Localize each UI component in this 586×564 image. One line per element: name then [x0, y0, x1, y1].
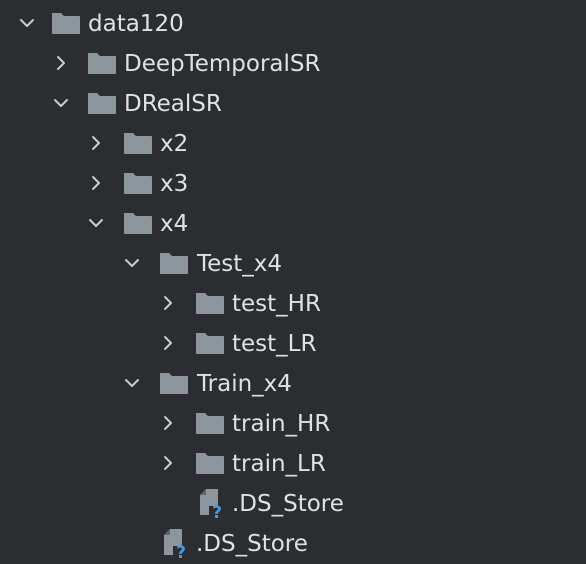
tree-item-label: x3	[160, 171, 189, 197]
tree-item-label: Train_x4	[197, 371, 292, 397]
folder-icon	[160, 253, 188, 274]
chevron-right-icon[interactable]	[52, 54, 70, 72]
folder-icon	[124, 213, 152, 234]
svg-text:?: ?	[212, 503, 222, 519]
tree-item-drealsr[interactable]: DRealSR	[0, 84, 586, 124]
chevron-right-icon[interactable]	[159, 334, 177, 352]
tree-item-x2[interactable]: x2	[0, 124, 586, 164]
chevron-right-icon[interactable]	[159, 454, 177, 472]
tree-item-label: train_LR	[232, 451, 326, 477]
project-tree: data120 DeepTemporalSR DRealSR x2 x3 x4 …	[0, 0, 586, 564]
tree-item-train-x4[interactable]: Train_x4	[0, 364, 586, 404]
tree-item-label: DeepTemporalSR	[124, 51, 321, 77]
folder-icon	[124, 133, 152, 154]
tree-item-test-x4[interactable]: Test_x4	[0, 244, 586, 284]
chevron-down-icon[interactable]	[18, 14, 36, 32]
tree-item-x4-ds-store[interactable]: ? .DS_Store	[0, 524, 586, 564]
tree-item-x4[interactable]: x4	[0, 204, 586, 244]
folder-icon	[196, 453, 224, 474]
folder-icon	[88, 53, 116, 74]
tree-item-deeptemporalsr[interactable]: DeepTemporalSR	[0, 44, 586, 84]
chevron-down-icon[interactable]	[123, 254, 141, 272]
chevron-right-icon[interactable]	[87, 134, 105, 152]
tree-item-label: test_HR	[232, 291, 321, 317]
tree-item-label: x4	[160, 211, 189, 237]
chevron-right-icon[interactable]	[159, 414, 177, 432]
folder-icon	[124, 173, 152, 194]
tree-item-label: .DS_Store	[232, 491, 344, 517]
tree-item-label: x2	[160, 131, 189, 157]
svg-text:?: ?	[176, 543, 186, 559]
folder-icon	[196, 293, 224, 314]
chevron-down-icon[interactable]	[52, 94, 70, 112]
tree-item-label: data120	[88, 11, 184, 37]
tree-item-test-lr[interactable]: test_LR	[0, 324, 586, 364]
tree-item-label: DRealSR	[124, 91, 222, 117]
tree-item-data120[interactable]: data120	[0, 4, 586, 44]
folder-icon	[196, 413, 224, 434]
tree-item-label: .DS_Store	[196, 531, 308, 557]
tree-item-label: train_HR	[232, 411, 331, 437]
chevron-right-icon[interactable]	[159, 294, 177, 312]
folder-icon	[160, 373, 188, 394]
tree-item-train-hr[interactable]: train_HR	[0, 404, 586, 444]
folder-icon	[88, 93, 116, 114]
unknown-file-icon: ?	[162, 529, 190, 563]
tree-item-test-hr[interactable]: test_HR	[0, 284, 586, 324]
tree-item-label: test_LR	[232, 331, 317, 357]
chevron-down-icon[interactable]	[87, 214, 105, 232]
tree-item-train-lr[interactable]: train_LR	[0, 444, 586, 484]
tree-item-x3[interactable]: x3	[0, 164, 586, 204]
folder-icon	[52, 13, 80, 34]
tree-item-train-ds-store[interactable]: ? .DS_Store	[0, 484, 586, 524]
folder-icon	[196, 333, 224, 354]
chevron-down-icon[interactable]	[123, 374, 141, 392]
unknown-file-icon: ?	[198, 489, 226, 523]
tree-item-label: Test_x4	[197, 251, 283, 277]
chevron-right-icon[interactable]	[87, 174, 105, 192]
